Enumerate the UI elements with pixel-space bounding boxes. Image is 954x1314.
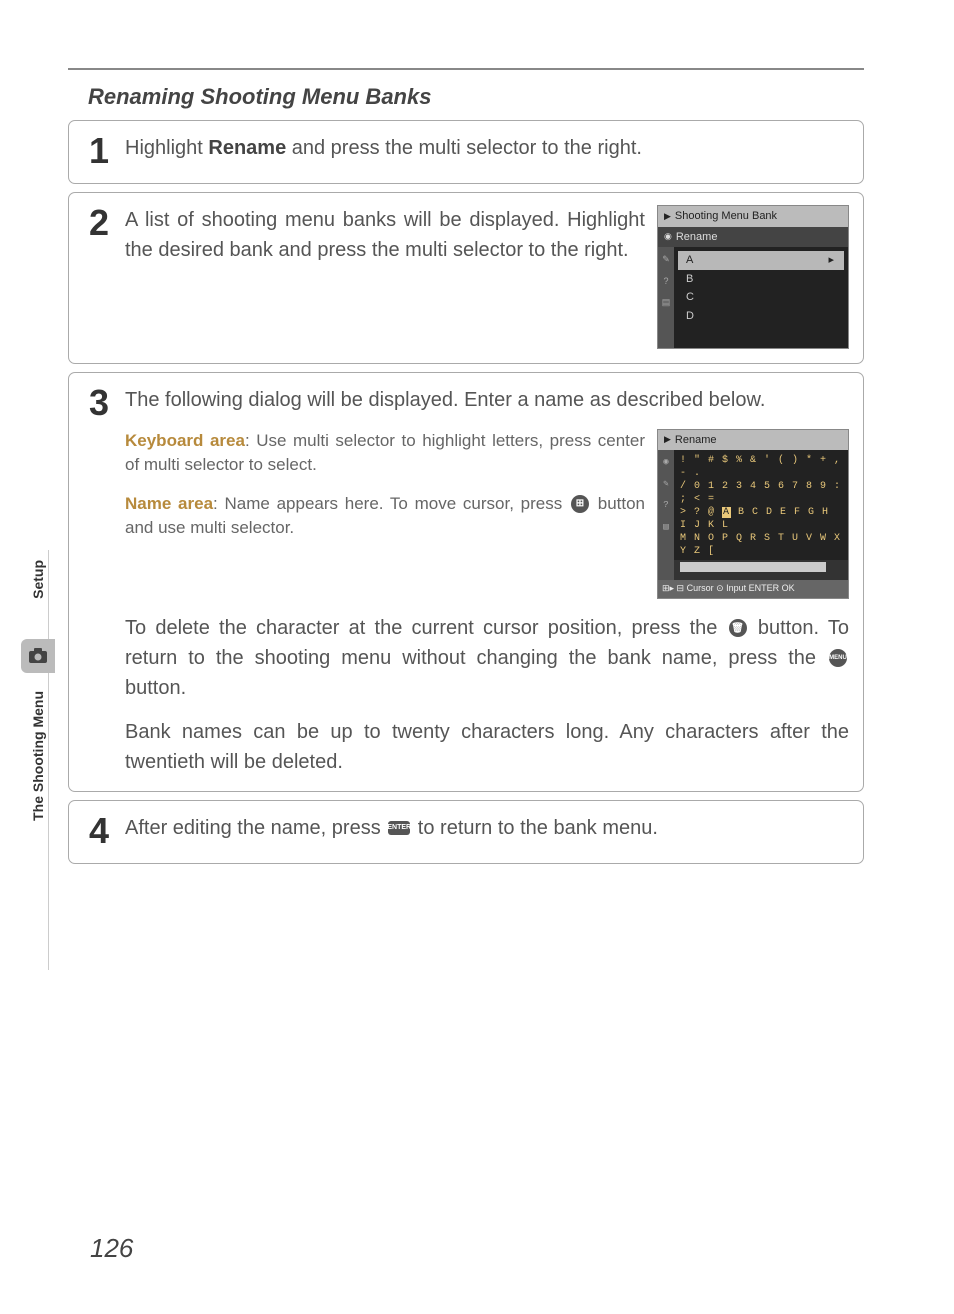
side-rail: Setup The Shooting Menu: [18, 560, 58, 821]
step-1-body: Highlight Rename and press the multi sel…: [125, 133, 849, 163]
camera-icon: ◉: [663, 456, 668, 470]
side-rail-label-shooting-menu: The Shooting Menu: [30, 691, 46, 821]
step-3-number: 3: [83, 385, 109, 421]
step-4-text-b: to return to the bank menu.: [412, 817, 658, 839]
page-number: 126: [90, 1233, 133, 1264]
step-4-text-a: After editing the name, press: [125, 817, 386, 839]
cam2-kb-highlight: A: [722, 507, 731, 518]
section-title: Renaming Shooting Menu Banks: [68, 84, 864, 110]
step-1-rename-label: Rename: [208, 137, 286, 159]
cam2-kb-row4: M N O P Q R S T U V W X Y Z [: [680, 532, 842, 558]
cam2-kb-row3: > ? @ A B C D E F G H I J K L: [680, 506, 842, 532]
step-3-namearea-desc: Name area: Name appears here. To move cu…: [125, 492, 645, 541]
q-mark-icon: ?: [663, 275, 668, 289]
step-2-number: 2: [83, 205, 109, 241]
cam2-title: Rename: [675, 432, 717, 449]
step-3: 3 The following dialog will be displayed…: [68, 372, 864, 792]
cam2-side-icons: ◉ ✎ ? ▤: [658, 450, 674, 580]
step-1-text-b: and press the multi selector to the righ…: [286, 137, 642, 159]
cam2-kb-row1: ! " # $ % & ' ( ) * + , - .: [680, 454, 842, 480]
cam1-side-icons: ✎ ? ▤: [658, 247, 674, 348]
play-icon: ▶: [664, 433, 671, 447]
cam2-name-input-row: [674, 560, 848, 580]
step-2-text: A list of shooting menu banks will be di…: [125, 205, 645, 265]
step-2: 2 A list of shooting menu banks will be …: [68, 192, 864, 364]
step-3-keyboard-desc: Keyboard area: Use multi selector to hig…: [125, 429, 645, 478]
step-4: 4 After editing the name, press ENTER to…: [68, 800, 864, 864]
q-mark-icon: ?: [663, 499, 668, 513]
enter-button-icon: ENTER: [388, 821, 410, 835]
side-rail-tab-camera-icon: [21, 639, 55, 673]
step-3-delete-desc: To delete the character at the current c…: [125, 613, 849, 703]
camera-screenshot-bank-list: ▶ Shooting Menu Bank ◉ Rename ✎ ? ▤: [657, 205, 849, 349]
delete-text-c: button.: [125, 677, 186, 699]
pencil-icon: ✎: [662, 253, 670, 267]
cam2-kb-row3-a: > ? @: [680, 507, 722, 518]
pencil-icon: ✎: [663, 478, 668, 492]
card-icon: ▤: [662, 296, 671, 310]
name-area-text-a: : Name appears here. To move cursor, pre…: [213, 494, 569, 513]
name-area-label: Name area: [125, 494, 213, 513]
cam1-row-a-label: A: [686, 252, 695, 269]
play-icon: ▶: [664, 210, 671, 224]
step-1: 1 Highlight Rename and press the multi s…: [68, 120, 864, 184]
step-3-lead: The following dialog will be displayed. …: [125, 385, 849, 415]
step-1-number: 1: [83, 133, 109, 169]
keyboard-area-label: Keyboard area: [125, 431, 245, 450]
cam1-row-b: B: [678, 270, 844, 289]
cam2-hint-bar: ⊞▸ ⊟ Cursor ⊙ Input ENTER OK: [658, 580, 848, 598]
cam1-title: Shooting Menu Bank: [675, 208, 777, 225]
cam1-row-a-selected: A ▸: [678, 251, 844, 270]
top-rule: [68, 68, 864, 70]
cam2-kb-row2: / 0 1 2 3 4 5 6 7 8 9 : ; < =: [680, 480, 842, 506]
delete-text-a: To delete the character at the current c…: [125, 617, 727, 639]
arrow-right-icon: ▸: [828, 252, 836, 269]
cam1-subtitle: Rename: [676, 229, 718, 246]
grid-icon: ⊞: [571, 495, 589, 513]
step-4-number: 4: [83, 813, 109, 849]
step-1-text-a: Highlight: [125, 137, 208, 159]
cam1-row-d: D: [678, 307, 844, 326]
menu-button-icon: MENU: [829, 649, 847, 667]
trash-icon: 🗑: [729, 619, 747, 637]
cam1-list: A ▸ B C D: [674, 247, 848, 348]
cam2-keyboard-area: ! " # $ % & ' ( ) * + , - . / 0 1 2 3 4 …: [674, 450, 848, 560]
camera-screenshot-rename-dialog: ▶ Rename ◉ ✎ ? ▤: [657, 429, 849, 599]
cam2-name-input-field: [680, 562, 826, 572]
card-icon: ▤: [663, 521, 668, 535]
cam1-row-c: C: [678, 288, 844, 307]
camera-icon: ◉: [664, 230, 672, 244]
step-4-body: After editing the name, press ENTER to r…: [125, 813, 849, 843]
side-rail-label-setup: Setup: [30, 560, 46, 599]
step-3-limit-text: Bank names can be up to twenty character…: [125, 717, 849, 777]
cam1-row-blank: [678, 325, 844, 344]
